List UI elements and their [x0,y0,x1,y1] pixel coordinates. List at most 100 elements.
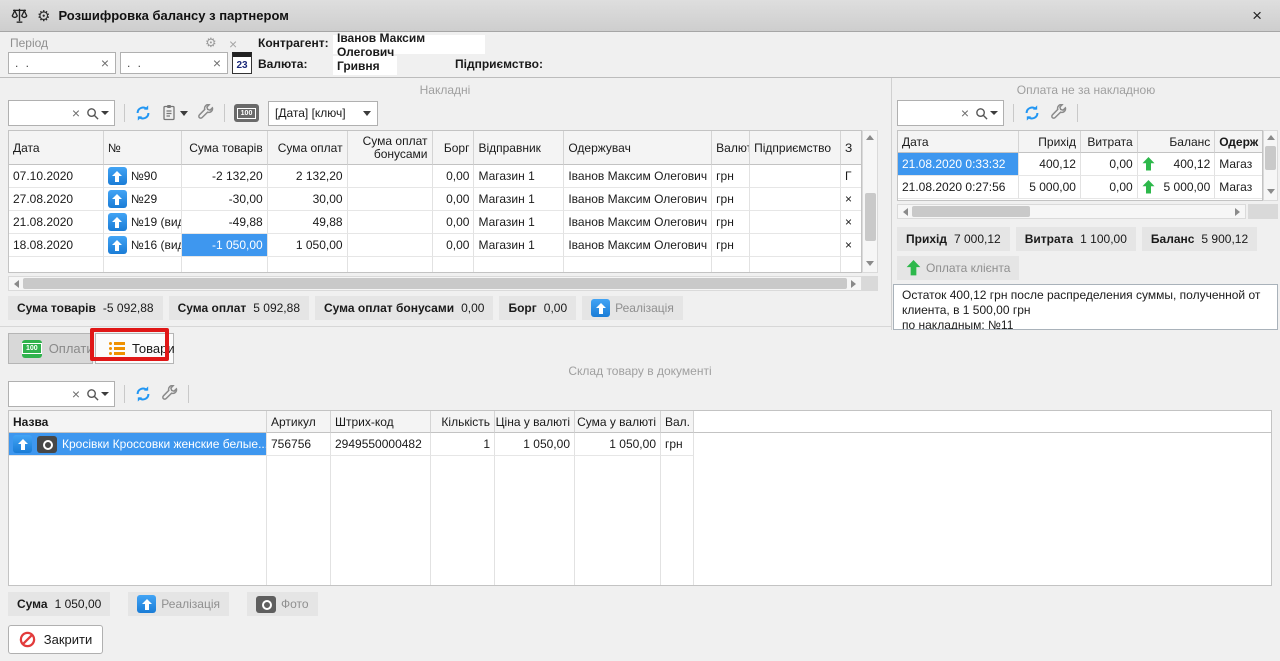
date-from-clear-icon[interactable]: × [101,56,109,70]
col-header[interactable]: Дата [9,131,104,165]
cell-enterprise[interactable] [750,234,841,257]
cell-income[interactable]: 400,12 [1019,153,1081,176]
cell-date[interactable]: 21.08.2020 0:27:56 [898,176,1019,199]
cell-paid-sum[interactable]: 1 050,00 [268,234,348,257]
scroll-left-icon[interactable] [10,280,23,288]
cell-receiver[interactable]: Іванов Максим Олегович [564,188,712,211]
cell-expense[interactable]: 0,00 [1081,153,1138,176]
col-header[interactable]: Баланс [1138,131,1216,153]
cell-currency[interactable]: грн [661,433,694,456]
cell-currency[interactable]: грн [712,188,750,211]
col-header[interactable]: Кількість [431,411,495,433]
invoices-vertical-scrollbar[interactable] [862,130,878,273]
cell-sku[interactable]: 756756 [267,433,331,456]
cell-receiver[interactable]: Магаз [1215,153,1262,176]
cell-goods-sum[interactable]: -2 132,20 [182,165,268,188]
cell-paid-sum[interactable]: 49,88 [268,211,348,234]
cell-enterprise[interactable] [750,188,841,211]
col-header[interactable]: Артикул [267,411,331,433]
col-header[interactable]: Ціна у валюті [495,411,575,433]
cell-bonus[interactable] [348,188,433,211]
cell-enterprise[interactable] [750,165,841,188]
cell-income[interactable]: 5 000,00 [1019,176,1081,199]
date-to-input[interactable]: . . × [120,52,228,74]
date-from-input[interactable]: . . × [8,52,116,74]
col-header[interactable]: Сума у валюті [575,411,661,433]
search-icon[interactable] [975,107,998,120]
realization-legend-chip[interactable]: Реалізація [582,296,683,320]
col-header[interactable]: Дата [898,131,1019,153]
cell-sender[interactable]: Магазин 1 [474,234,564,257]
table-row[interactable]: Кросівки Кроссовки женские белые... 7567… [9,433,1271,456]
cell-z[interactable]: × [841,211,861,234]
cell-debt[interactable]: 0,00 [433,165,475,188]
cell-enterprise[interactable] [750,211,841,234]
col-header[interactable]: Відправник [474,131,564,165]
date-to-clear-icon[interactable]: × [213,56,221,70]
period-settings-gear-icon[interactable]: ⚙ [205,35,217,51]
cell-sender[interactable]: Магазин 1 [474,211,564,234]
chevron-down-icon[interactable] [180,111,188,116]
cell-currency[interactable]: грн [712,234,750,257]
cell-receiver[interactable]: Іванов Максим Олегович [564,234,712,257]
cell-z[interactable]: × [841,234,861,257]
cell-expense[interactable]: 0,00 [1081,176,1138,199]
cell-receiver[interactable]: Іванов Максим Олегович [564,211,712,234]
cell-num[interactable]: №16 (вид... [104,234,182,257]
cell-date[interactable]: 27.08.2020 [9,188,104,211]
cell-z[interactable]: Г [841,165,861,188]
col-header[interactable]: Сума оплат [268,131,348,165]
col-header[interactable]: Витрата [1081,131,1138,153]
col-header[interactable]: Штрих-код [331,411,431,433]
payments-search-input[interactable]: × [897,100,1004,126]
table-row[interactable]: 07.10.2020 №90 -2 132,20 2 132,20 0,00 М… [9,165,861,188]
scroll-down-icon[interactable] [866,261,874,266]
table-row[interactable]: 27.08.2020 №29 -30,00 30,00 0,00 Магазин… [9,188,861,211]
calendar-icon[interactable]: 23 [232,52,252,74]
period-clear-icon[interactable]: × [229,36,237,52]
wrench-icon[interactable] [1050,104,1068,122]
col-header[interactable]: Вал. [661,411,694,433]
invoices-sort-combobox[interactable]: [Дата] [ключ] [268,101,378,126]
search-icon[interactable] [86,388,109,401]
cell-bonus[interactable] [348,234,433,257]
cell-bonus[interactable] [348,211,433,234]
cell-currency[interactable]: грн [712,165,750,188]
cell-z[interactable]: × [841,188,861,211]
refresh-icon[interactable] [134,104,152,122]
cell-receiver[interactable]: Іванов Максим Олегович [564,165,712,188]
invoices-search-input[interactable]: × [8,100,115,126]
scroll-up-icon[interactable] [866,135,874,140]
col-header[interactable]: Борг [433,131,475,165]
cell-balance[interactable]: 400,12 [1138,153,1216,176]
col-header[interactable]: Сума оплат бонусами [348,131,433,165]
cell-barcode[interactable]: 2949550000482 [331,433,431,456]
invoices-horizontal-scrollbar[interactable] [8,276,862,291]
col-header[interactable]: Підприємство [750,131,841,165]
col-header[interactable]: № [104,131,182,165]
cell-receiver[interactable]: Магаз [1215,176,1262,199]
scrollbar-thumb[interactable] [23,278,847,289]
goods-search-input[interactable]: × [8,381,115,407]
invoices-search-clear-icon[interactable]: × [72,106,80,120]
col-header[interactable]: Назва [9,411,267,433]
realization-legend-chip[interactable]: Реалізація [128,592,229,616]
photo-legend-chip[interactable]: Фото [247,592,318,616]
cell-goods-sum-selected[interactable]: -1 050,00 [182,234,268,257]
cell-debt[interactable]: 0,00 [433,211,475,234]
report-clipboard-icon[interactable] [161,104,188,122]
scroll-up-icon[interactable] [1267,135,1275,140]
payments-search-clear-icon[interactable]: × [961,106,969,120]
cell-sender[interactable]: Магазин 1 [474,165,564,188]
cell-name-selected[interactable]: Кросівки Кроссовки женские белые... [9,433,267,456]
cell-price[interactable]: 1 050,00 [495,433,575,456]
col-header[interactable]: Прихід [1019,131,1081,153]
cell-debt[interactable]: 0,00 [433,188,475,211]
col-header[interactable]: З [841,131,861,165]
cell-currency[interactable]: грн [712,211,750,234]
cell-qty[interactable]: 1 [431,433,495,456]
table-row[interactable]: 21.08.2020 0:27:56 5 000,00 0,00 5 000,0… [898,176,1262,199]
cell-bonus[interactable] [348,165,433,188]
cell-goods-sum[interactable]: -30,00 [182,188,268,211]
scroll-down-icon[interactable] [1267,189,1275,194]
